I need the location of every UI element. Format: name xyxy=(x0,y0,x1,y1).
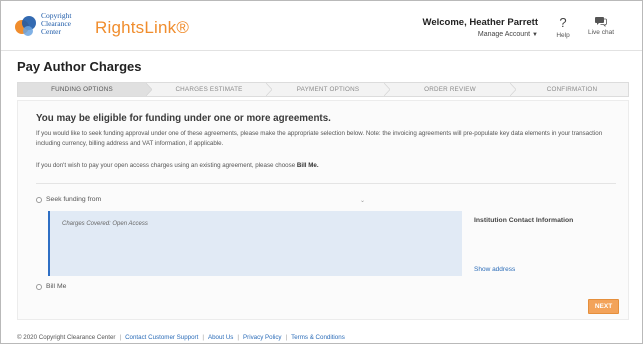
bill-me-emphasis: Bill Me. xyxy=(296,162,319,169)
institution-contact-heading: Institution Contact Information xyxy=(474,217,574,224)
question-mark-icon: ? xyxy=(559,15,567,30)
ccc-logo-icon xyxy=(15,16,36,36)
contact-support-link[interactable]: Contact Customer Support xyxy=(125,334,198,341)
step-payment-options: PAYMENT OPTIONS xyxy=(296,86,360,93)
privacy-policy-link[interactable]: Privacy Policy xyxy=(243,334,282,341)
instructions-paragraph: If you would like to seek funding approv… xyxy=(36,130,603,147)
next-button[interactable]: NEXT xyxy=(588,299,619,314)
divider xyxy=(36,183,616,184)
manage-account-label: Manage Account xyxy=(477,31,531,38)
top-header: Copyright Clearance Center RightsLink® W… xyxy=(1,1,642,51)
seek-funding-radio[interactable] xyxy=(36,197,42,203)
brand-title: RightsLink® xyxy=(95,18,190,37)
app-window: Copyright Clearance Center RightsLink® W… xyxy=(0,0,643,344)
about-us-link[interactable]: About Us xyxy=(208,334,233,341)
agreement-card: Charges Covered: Open Access xyxy=(48,211,462,276)
step-funding-options: FUNDING OPTIONS xyxy=(18,83,146,96)
step-order-review: ORDER REVIEW xyxy=(424,86,476,93)
caret-down-icon: ▼ xyxy=(532,32,538,38)
eligibility-heading: You may be eligible for funding under on… xyxy=(36,113,331,124)
manage-account-menu[interactable]: Manage Account ▼ xyxy=(478,31,538,38)
welcome-text: Welcome, Heather Parrett xyxy=(422,17,538,28)
charges-covered-text: Charges Covered: Open Access xyxy=(62,221,148,227)
footer: © 2020 Copyright Clearance Center | Contac… xyxy=(17,334,345,341)
bill-me-label: Bill Me xyxy=(46,283,67,290)
help-label: Help xyxy=(556,32,570,39)
bill-me-instructions: If you don't wish to pay your open acces… xyxy=(36,162,319,169)
funding-source-dropdown-icon[interactable]: ⌄ xyxy=(360,197,365,204)
live-chat-label: Live chat xyxy=(587,29,615,36)
step-confirmation: CONFIRMATION xyxy=(546,86,598,93)
terms-conditions-link[interactable]: Terms & Conditions xyxy=(291,334,345,341)
chat-bubble-icon xyxy=(595,17,607,27)
show-address-link[interactable]: Show address xyxy=(474,266,515,273)
funding-options-panel: You may be eligible for funding under on… xyxy=(17,100,629,320)
seek-funding-label: Seek funding from xyxy=(46,196,102,203)
step-charges-estimate: CHARGES ESTIMATE xyxy=(175,86,243,93)
page-title: Pay Author Charges xyxy=(17,59,142,74)
footer-copyright: © 2020 Copyright Clearance Center xyxy=(17,334,116,341)
progress-steps: FUNDING OPTIONS CHARGES ESTIMATE PAYMENT… xyxy=(17,82,629,97)
logo-text: Copyright Clearance Center xyxy=(41,11,72,36)
bill-me-radio[interactable] xyxy=(36,284,42,290)
bill-me-instructions-text: If you don't wish to pay your open acces… xyxy=(36,162,296,169)
live-chat-button[interactable]: Live chat xyxy=(584,15,618,36)
help-button[interactable]: ? Help xyxy=(553,15,573,39)
